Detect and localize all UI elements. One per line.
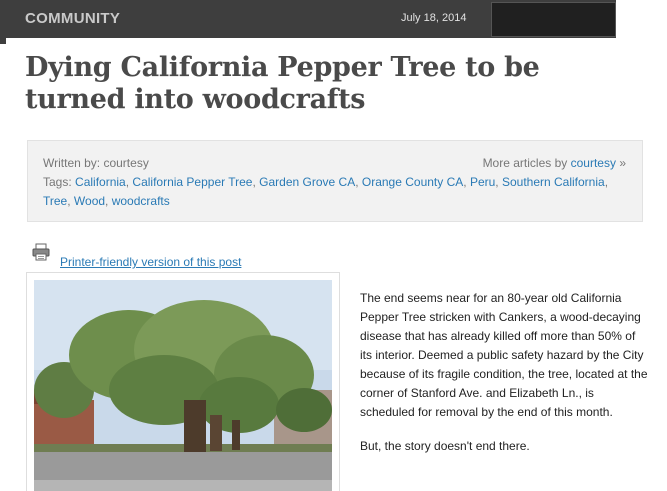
more-articles-prefix: More articles by [482, 156, 568, 170]
tags-line: Tags: California, California Pepper Tree… [43, 175, 609, 208]
tag-link[interactable]: Southern California [502, 175, 605, 189]
more-articles: More articles by courtesy » [483, 154, 626, 173]
printer-friendly-link[interactable]: Printer-friendly version of this post [60, 255, 241, 269]
author-line: Written by: courtesy [43, 156, 149, 170]
article-body: The end seems near for an 80-year old Ca… [360, 289, 650, 456]
tags-label: Tags: [43, 175, 72, 189]
tag-link[interactable]: woodcrafts [112, 194, 170, 208]
article-paragraph: But, the story doesn't end there. [360, 439, 530, 453]
header-search-box[interactable] [491, 2, 616, 37]
tag-link[interactable]: Peru [470, 175, 495, 189]
article-paragraph: The end seems near for an 80-year old Ca… [360, 291, 648, 419]
tag-link[interactable]: California [75, 175, 126, 189]
tag-link[interactable]: Garden Grove CA [259, 175, 355, 189]
pepper-tree-image [34, 280, 332, 491]
header-tab-corner [0, 36, 6, 44]
tag-link[interactable]: Wood [74, 194, 105, 208]
top-bar: COMMUNITY July 18, 2014 [0, 0, 616, 38]
more-articles-arrow: » [619, 156, 626, 170]
article-meta-box: Written by: courtesy More articles by co… [27, 140, 643, 222]
article-photo [26, 272, 340, 491]
post-date: July 18, 2014 [401, 12, 467, 24]
printer-icon[interactable] [32, 243, 50, 266]
tag-link[interactable]: Tree [43, 194, 67, 208]
more-articles-author-link[interactable]: courtesy [571, 156, 616, 170]
tag-link[interactable]: Orange County CA [362, 175, 463, 189]
tag-link[interactable]: California Pepper Tree [132, 175, 252, 189]
section-label[interactable]: COMMUNITY [25, 10, 120, 27]
page-title: Dying California Pepper Tree to be turne… [25, 52, 540, 115]
